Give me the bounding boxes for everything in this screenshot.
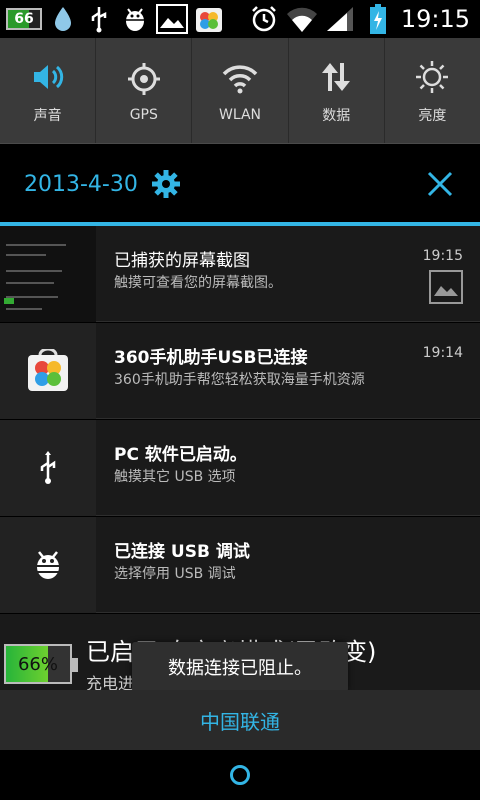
notification-item-360-usb[interactable]: 360手机助手USB已连接 360手机助手帮您轻松获取海量手机资源 19:14 xyxy=(0,323,480,419)
notification-text: 选择停用 USB 调试 xyxy=(114,566,236,582)
picture-icon xyxy=(429,270,463,304)
screenshot-thumbnail xyxy=(0,226,96,322)
status-time: 19:15 xyxy=(400,5,470,33)
carrier-label: 中国联通 xyxy=(0,690,480,750)
usb-icon xyxy=(84,4,114,34)
droplet-icon xyxy=(48,4,78,34)
android-debug-icon xyxy=(120,4,150,34)
usb-icon xyxy=(0,420,96,516)
notification-time: 19:15 xyxy=(422,248,463,264)
qs-label: 亮度 xyxy=(418,107,447,124)
qs-tile-data[interactable]: 数据 xyxy=(289,38,385,143)
notification-title: PC 软件已启动。 xyxy=(114,445,247,465)
notification-text: 360手机助手帮您轻松获取海量手机资源 xyxy=(114,372,365,388)
360-assistant-icon xyxy=(194,4,224,34)
notification-text: 触摸可查看您的屏幕截图。 xyxy=(114,275,282,291)
notification-item-pc-software[interactable]: PC 软件已启动。 触摸其它 USB 选项 xyxy=(0,420,480,516)
speaker-icon xyxy=(28,57,68,97)
notification-text: 触摸其它 USB 选项 xyxy=(114,469,236,485)
gear-icon[interactable] xyxy=(150,168,182,200)
notification-title: 已捕获的屏幕截图 xyxy=(114,251,250,271)
signal-icon xyxy=(325,4,355,34)
charging-battery-icon xyxy=(363,4,393,34)
qs-label: WLAN xyxy=(219,106,262,123)
notification-header: 2013-4-30 xyxy=(0,144,480,224)
notification-title: 已连接 USB 调试 xyxy=(114,542,250,562)
picture-icon xyxy=(156,4,188,34)
brightness-icon xyxy=(412,57,452,97)
notification-title: 360手机助手USB已连接 xyxy=(114,348,308,368)
qs-label: 数据 xyxy=(322,107,351,124)
notification-item-usb-debugging[interactable]: 已连接 USB 调试 选择停用 USB 调试 xyxy=(0,517,480,613)
data-transfer-icon xyxy=(316,57,356,97)
drag-handle[interactable] xyxy=(230,765,250,785)
android-debug-icon xyxy=(0,517,96,613)
notification-item-screenshot[interactable]: 已捕获的屏幕截图 触摸可查看您的屏幕截图。 19:15 xyxy=(0,226,480,322)
qs-tile-brightness[interactable]: 亮度 xyxy=(385,38,480,143)
wifi-icon xyxy=(286,4,317,34)
qs-tile-wlan[interactable]: WLAN xyxy=(192,38,289,143)
quick-settings-panel: 声音 GPS WLAN 数据 亮度 xyxy=(0,38,480,144)
qs-tile-gps[interactable]: GPS xyxy=(96,38,193,143)
qs-label: 声音 xyxy=(33,107,62,124)
360-assistant-icon xyxy=(0,323,96,419)
wifi-icon xyxy=(220,59,260,99)
gps-icon xyxy=(124,59,164,99)
battery-level-icon: 66 xyxy=(6,8,42,30)
battery-icon: 66% xyxy=(4,644,78,684)
toast-message: 数据连接已阻止。 xyxy=(132,642,348,692)
drawer-footer xyxy=(0,750,480,800)
qs-label: GPS xyxy=(129,106,158,123)
header-date: 2013-4-30 xyxy=(24,171,138,197)
notification-time: 19:14 xyxy=(422,345,463,361)
status-bar: 66 19:15 xyxy=(0,0,480,38)
alarm-icon xyxy=(249,4,279,34)
qs-tile-sound[interactable]: 声音 xyxy=(0,38,97,143)
close-icon[interactable] xyxy=(424,168,456,200)
